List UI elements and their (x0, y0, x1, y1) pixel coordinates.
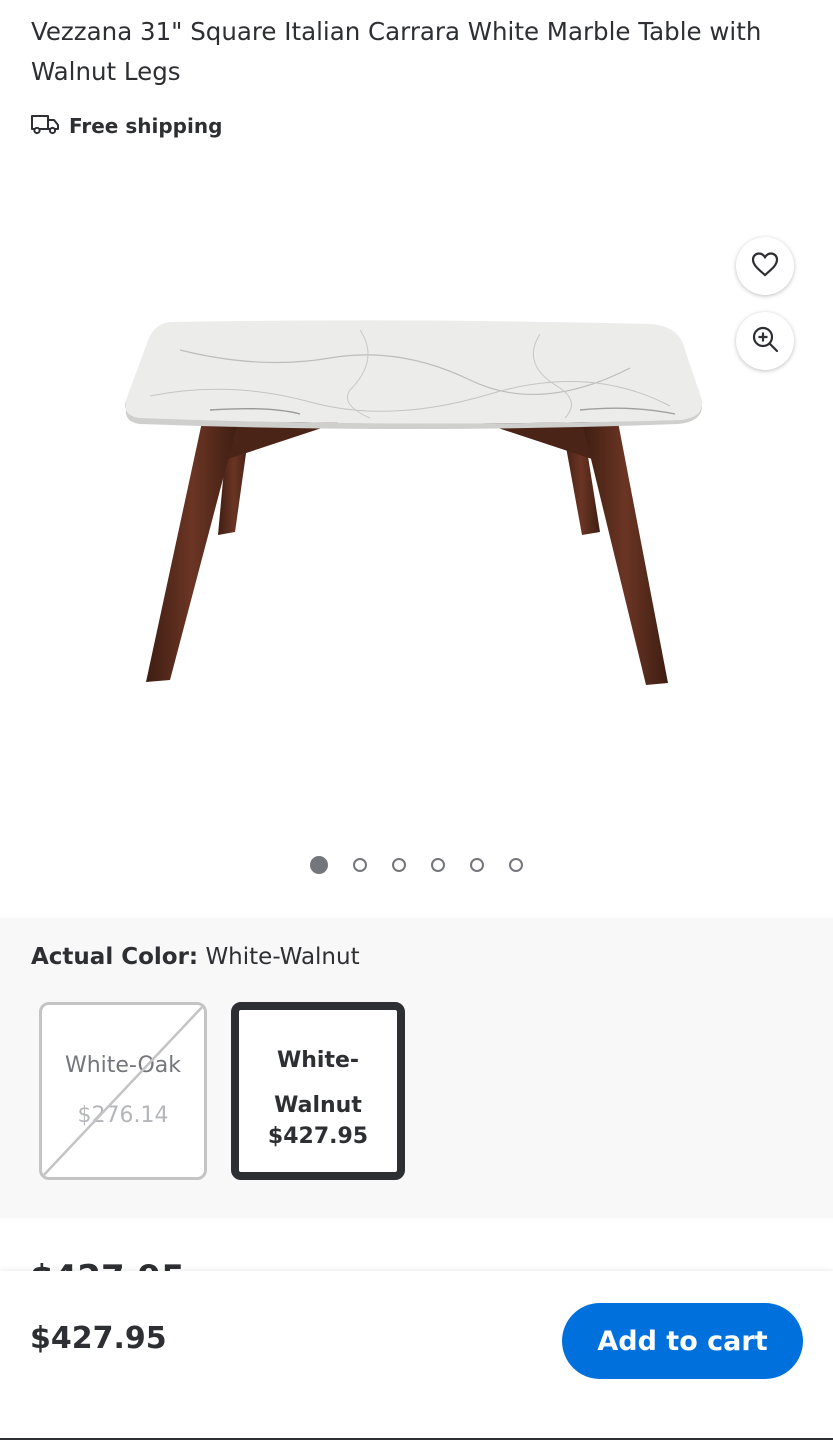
variant-label: Actual Color: (31, 944, 199, 970)
add-to-cart-button[interactable]: Add to cart (562, 1303, 803, 1379)
sticky-cart-bar: $427.95 Add to cart (0, 1271, 833, 1440)
carousel-dot[interactable] (353, 858, 367, 872)
unavailable-strike (42, 1005, 204, 1177)
zoom-in-icon (751, 325, 779, 357)
carousel-dot[interactable] (431, 858, 445, 872)
variant-option-white-oak[interactable]: White-Oak $276.14 (39, 1002, 207, 1180)
carousel-dot[interactable] (310, 856, 328, 874)
variant-option-name-line1: White- (276, 1048, 360, 1073)
shipping-label: Free shipping (69, 114, 223, 138)
product-image-carousel[interactable] (0, 160, 833, 910)
variant-heading: Actual Color: White-Walnut (31, 944, 360, 970)
cart-bar-price: $427.95 (30, 1321, 167, 1356)
favorite-button[interactable] (736, 237, 794, 295)
variant-option-white-walnut[interactable]: White- Walnut $427.95 (231, 1002, 405, 1180)
carousel-pagination (0, 856, 833, 874)
product-title: Vezzana 31" Square Italian Carrara White… (31, 17, 762, 86)
zoom-button[interactable] (736, 312, 794, 370)
carousel-dot[interactable] (509, 858, 523, 872)
product-price: $427.95 (30, 1258, 185, 1272)
carousel-dot[interactable] (392, 858, 406, 872)
shipping-info: Free shipping (31, 110, 222, 142)
product-image[interactable] (110, 310, 710, 699)
carousel-dot[interactable] (470, 858, 484, 872)
variant-selected-value: White-Walnut (205, 944, 360, 970)
variant-option-price: $427.95 (267, 1124, 369, 1149)
variant-selector: Actual Color: White-Walnut White-Oak $27… (0, 918, 833, 1218)
variant-option-name-line2: Walnut (274, 1093, 362, 1118)
heart-icon (751, 251, 779, 281)
variant-option-name: White- Walnut (239, 1038, 397, 1128)
truck-icon (31, 113, 59, 139)
